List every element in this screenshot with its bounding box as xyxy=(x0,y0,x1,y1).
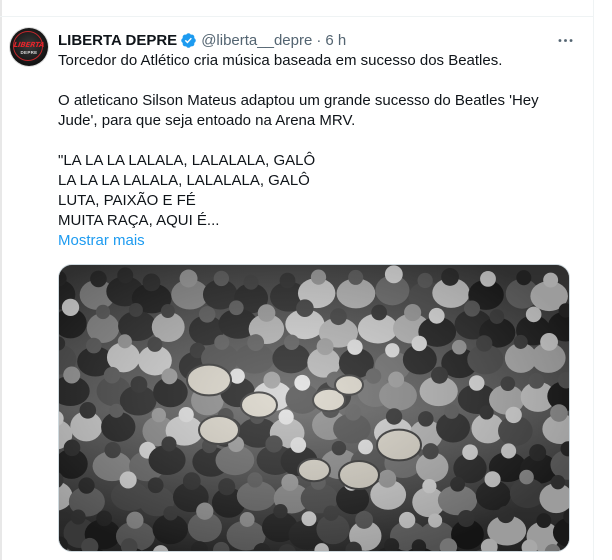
tweet-text-line: LA LA LA LALALA, LALALALA, GALÔ xyxy=(58,172,310,189)
verified-badge-icon xyxy=(180,32,197,49)
tweet-text-line: Jude', para que seja entoado na Arena MR… xyxy=(58,112,356,129)
tweet-photo[interactable] xyxy=(58,264,570,552)
separator-dot: · xyxy=(316,31,322,49)
more-options-icon[interactable] xyxy=(555,30,575,50)
right-border xyxy=(593,0,594,560)
top-divider xyxy=(0,16,594,17)
timestamp[interactable]: 6 h xyxy=(325,32,346,49)
tweet-text-line: MUITA RAÇA, AQUI É... xyxy=(58,212,220,229)
avatar-logo-text: LIBERTA xyxy=(13,41,45,49)
avatar-logo-subtext: DEPRE xyxy=(20,50,38,55)
show-more-link[interactable]: Mostrar mais xyxy=(58,231,145,251)
tweet-text-line: O atleticano Silson Mateus adaptou um gr… xyxy=(58,92,539,109)
author-handle[interactable]: @liberta__depre xyxy=(201,32,312,49)
tweet-text-line: LUTA, PAIXÃO E FÉ xyxy=(58,192,196,209)
crowd-photo-image xyxy=(59,265,569,551)
author-name[interactable]: LIBERTA DEPRE xyxy=(58,32,177,49)
tweet-text-line: Torcedor do Atlético cria música baseada… xyxy=(58,52,503,69)
tweet-header: LIBERTA DEPRE @liberta__depre · 6 h xyxy=(58,30,346,50)
avatar[interactable]: LIBERTA DEPRE xyxy=(10,28,48,66)
left-border xyxy=(0,0,2,560)
tweet-text-line: "LA LA LA LALALA, LALALALA, GALÔ xyxy=(58,152,316,169)
